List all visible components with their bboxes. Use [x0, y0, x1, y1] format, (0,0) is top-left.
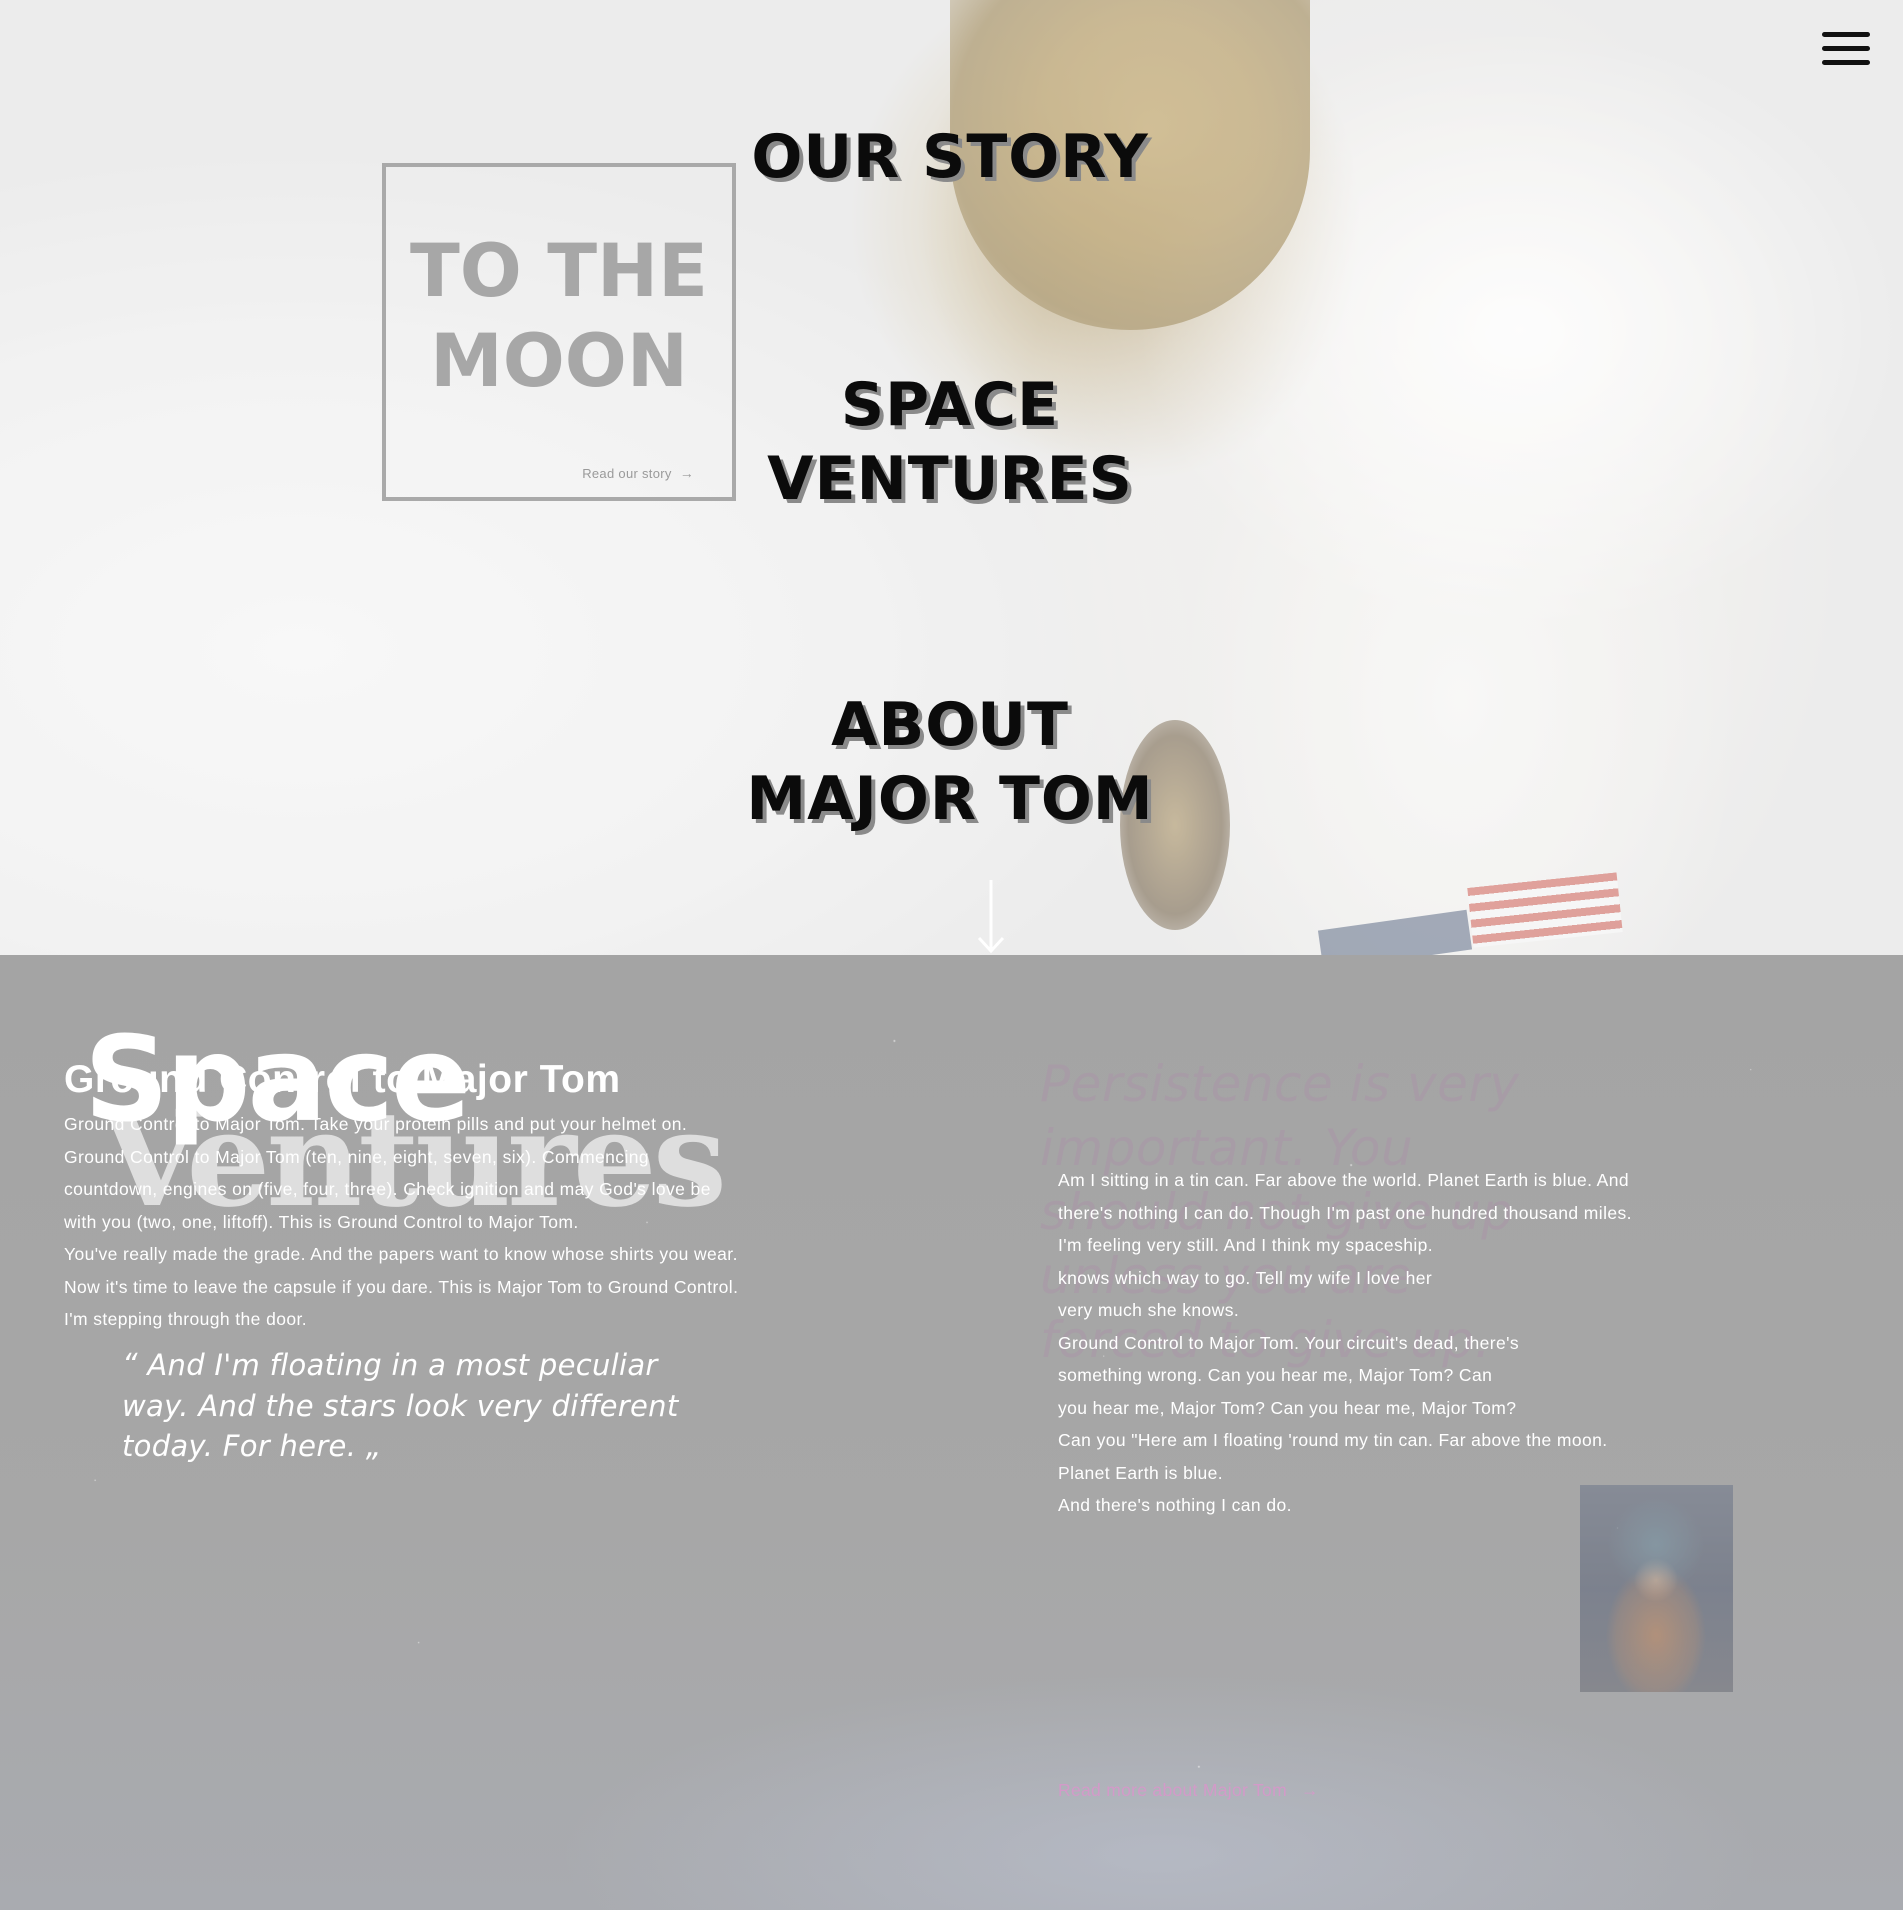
- right-line: Planet Earth is blue.: [1058, 1462, 1224, 1483]
- left-paragraph-1: Ground Control to Major Tom. Take your p…: [64, 1114, 711, 1232]
- read-more-label: Read more about Major Tom: [1058, 1780, 1287, 1800]
- hero-section: TO THE MOON Read our story → OUR STORY SP…: [0, 0, 1903, 955]
- menu-bar-middle: [1822, 46, 1870, 51]
- arrow-right-icon: →: [679, 465, 694, 481]
- nav-space-ventures-line-1: SPACE: [840, 370, 1060, 440]
- menu-bar-bottom: [1822, 60, 1870, 65]
- card-title-line-2: MOON: [430, 319, 688, 404]
- right-line: Can you "Here am I floating 'round my ti…: [1058, 1430, 1608, 1450]
- section-heading: Ground Control to Major Tom: [64, 1058, 621, 1101]
- right-line: Ground Control to Major Tom. Your circui…: [1058, 1332, 1520, 1353]
- to-the-moon-card: TO THE MOON Read our story →: [382, 163, 736, 501]
- nav-space-ventures[interactable]: SPACE VENTURES: [710, 368, 1190, 516]
- right-line: I'm feeling very still. And I think my s…: [1058, 1235, 1434, 1255]
- nav-our-story[interactable]: OUR STORY: [710, 120, 1190, 194]
- read-our-story-link[interactable]: Read our story →: [582, 465, 694, 481]
- hamburger-menu-icon[interactable]: [1820, 32, 1874, 68]
- menu-bar-top: [1822, 32, 1870, 37]
- read-our-story-label: Read our story: [582, 466, 672, 481]
- floating-quote: “ And I'm floating in a most peculiar wa…: [122, 1345, 682, 1467]
- nav-about-line-1: ABOUT: [831, 690, 1069, 760]
- arrow-right-icon: →: [1300, 1780, 1319, 1800]
- nav-about-line-2: MAJOR TOM: [746, 764, 1154, 834]
- right-line: something wrong. Can you hear me, Major …: [1058, 1365, 1493, 1385]
- right-line: Am I sitting in a tin can. Far above the…: [1058, 1170, 1630, 1190]
- right-line: knows which way to go. Tell my wife I lo…: [1058, 1267, 1433, 1288]
- quote-close-mark: „: [365, 1429, 382, 1464]
- left-paragraph-2: You've really made the grade. And the pa…: [64, 1244, 739, 1329]
- right-line: you hear me, Major Tom? Can you hear me,…: [1058, 1397, 1517, 1418]
- card-title: TO THE MOON: [386, 227, 732, 407]
- right-line: And there's nothing I can do.: [1058, 1495, 1292, 1515]
- nav-about-major-tom[interactable]: ABOUT MAJOR TOM: [710, 688, 1190, 836]
- floating-quote-text: And I'm floating in a most peculiar way.…: [122, 1348, 679, 1463]
- left-body-text: Ground Control to Major Tom. Take your p…: [64, 1108, 744, 1336]
- right-line: very much she knows.: [1058, 1300, 1240, 1320]
- nav-space-ventures-line-2: VENTURES: [767, 444, 1133, 514]
- read-more-major-tom-link[interactable]: Read more about Major Tom →: [1058, 1780, 1319, 1801]
- right-body-text: Am I sitting in a tin can. Far above the…: [1058, 1164, 1718, 1522]
- nav-our-story-label: OUR STORY: [751, 122, 1149, 192]
- right-line: there's nothing I can do. Though I'm pas…: [1058, 1202, 1632, 1223]
- arrow-down-icon[interactable]: [976, 880, 1006, 954]
- card-title-line-1: TO THE: [409, 229, 709, 314]
- quote-open-mark: “: [122, 1348, 138, 1383]
